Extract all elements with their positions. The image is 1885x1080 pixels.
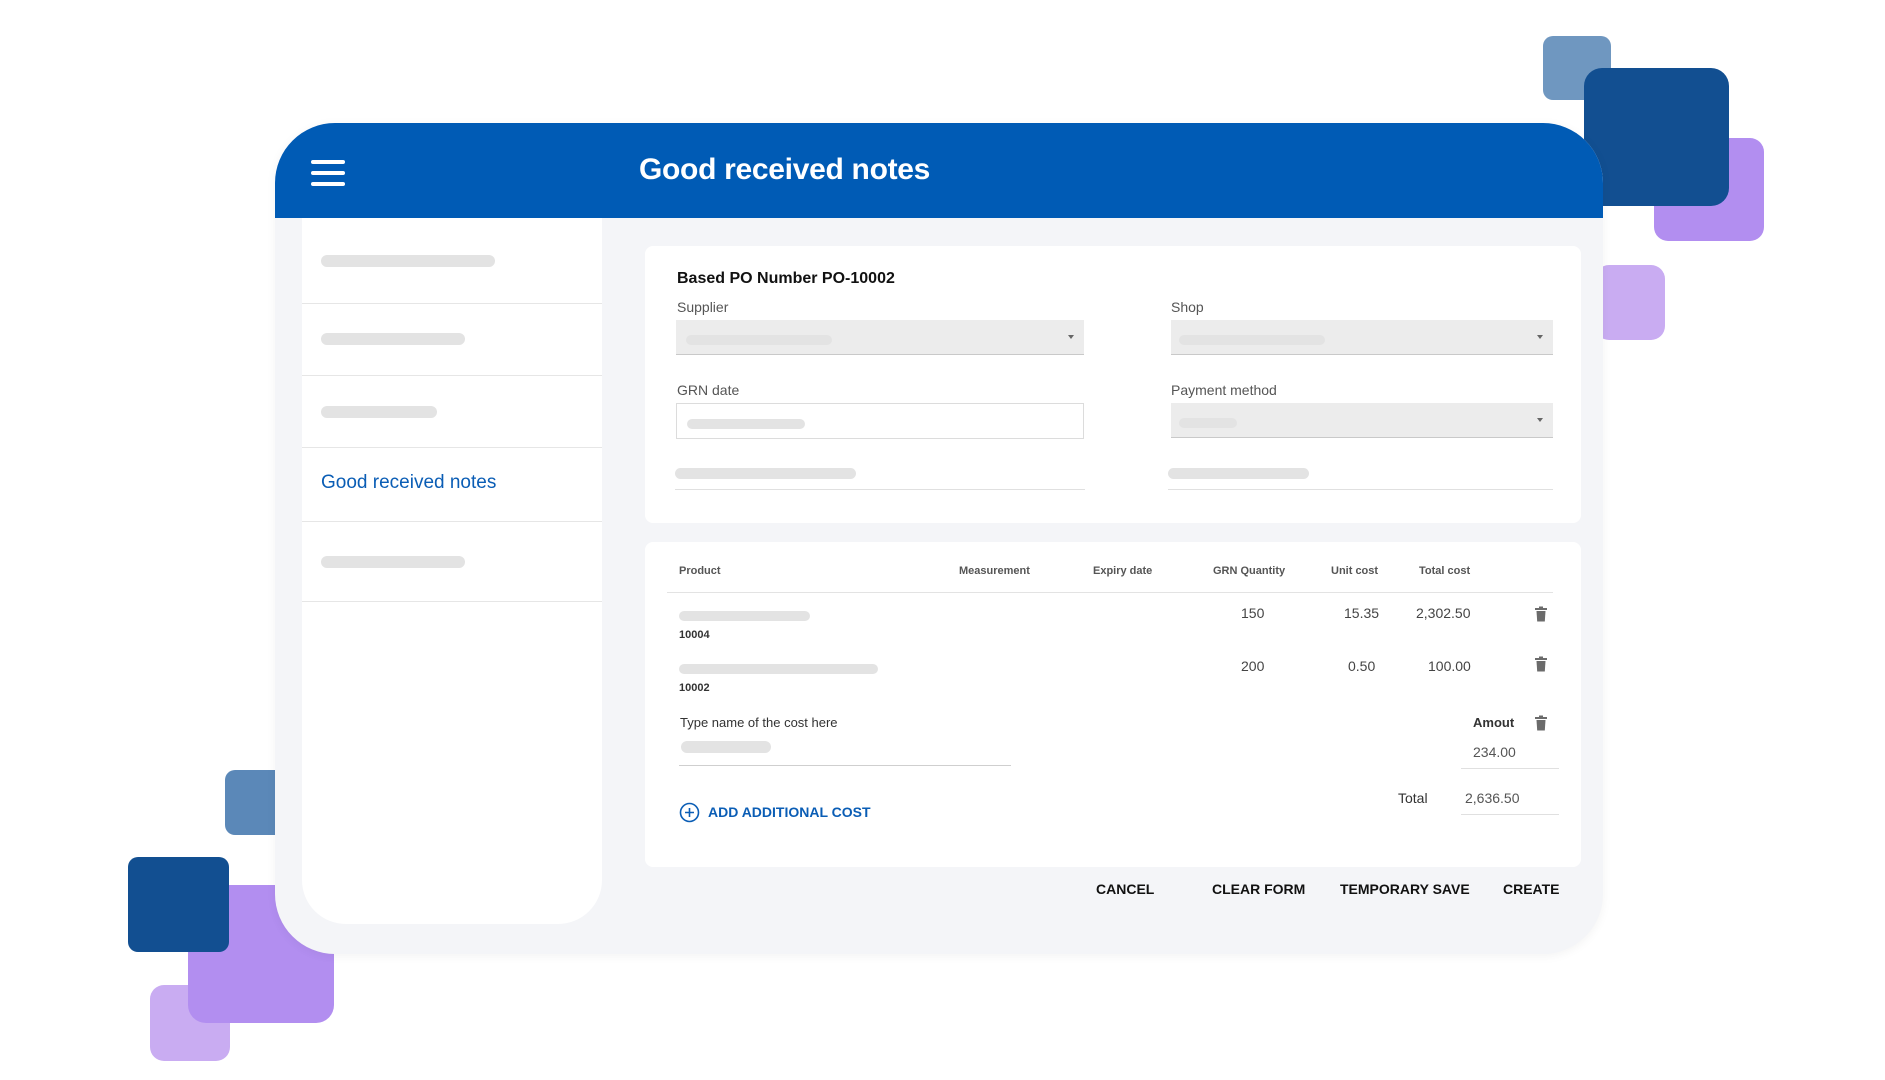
supplier-select[interactable] — [676, 320, 1084, 355]
payment-method-select[interactable] — [1171, 403, 1553, 438]
cost-name-label: Type name of the cost here — [680, 715, 838, 730]
product-code: 10002 — [679, 682, 710, 694]
add-additional-cost-label: ADD ADDITIONAL COST — [708, 804, 871, 820]
total-cost-cell: 2,302.50 — [1416, 605, 1471, 621]
shop-select[interactable] — [1171, 320, 1553, 355]
placeholder-bar — [679, 611, 810, 621]
placeholder-bar — [321, 556, 465, 568]
temporary-save-button[interactable]: TEMPORARY SAVE — [1340, 881, 1470, 897]
sidebar-item-placeholder[interactable] — [302, 376, 602, 448]
chevron-down-icon — [1068, 335, 1074, 339]
sidebar-item-placeholder[interactable] — [302, 304, 602, 376]
placeholder-bar — [1179, 418, 1237, 428]
sidebar-item-label: Good received notes — [321, 472, 497, 493]
products-card: Product Measurement Expiry date GRN Quan… — [645, 542, 1581, 867]
decorative-square — [128, 857, 229, 952]
table-header-divider — [667, 592, 1553, 593]
hamburger-menu-icon[interactable] — [311, 160, 345, 187]
placeholder-bar — [321, 333, 465, 345]
grn-date-field[interactable] — [676, 403, 1084, 439]
total-cost-cell: 100.00 — [1428, 658, 1471, 674]
column-header-expiry-date: Expiry date — [1093, 565, 1153, 577]
sidebar-item-placeholder[interactable] — [302, 522, 602, 602]
column-header-measurement: Measurement — [959, 565, 1030, 577]
placeholder-bar — [679, 664, 878, 674]
placeholder-bar — [686, 335, 832, 345]
column-header-grn-quantity: GRN Quantity — [1213, 565, 1286, 577]
chevron-down-icon — [1537, 335, 1543, 339]
total-label: Total — [1398, 790, 1428, 806]
unit-cost-cell: 15.35 — [1344, 605, 1380, 621]
trash-icon[interactable] — [1534, 715, 1548, 731]
payment-method-label: Payment method — [1171, 382, 1277, 398]
total-value: 2,636.50 — [1465, 790, 1520, 806]
add-additional-cost-button[interactable]: ADD ADDITIONAL COST — [679, 801, 871, 823]
column-header-unit-cost: Unit cost — [1331, 565, 1379, 577]
placeholder-bar — [1168, 468, 1309, 479]
placeholder-bar — [1179, 335, 1325, 345]
grn-date-label: GRN date — [677, 382, 740, 398]
clear-form-button[interactable]: CLEAR FORM — [1212, 881, 1305, 897]
total-underline — [1461, 814, 1559, 815]
cancel-button[interactable]: CANCEL — [1096, 881, 1154, 897]
supplier-label: Supplier — [677, 299, 729, 315]
po-details-card: Based PO Number PO-10002 Supplier Shop G… — [645, 246, 1581, 523]
cost-name-input[interactable] — [679, 765, 1011, 766]
sidebar: Good received notes — [302, 218, 602, 924]
amount-underline — [1461, 768, 1559, 769]
amount-label: Amout — [1473, 715, 1515, 730]
column-header-product: Product — [679, 565, 721, 577]
shop-label: Shop — [1171, 299, 1204, 315]
decorative-square — [1595, 265, 1665, 340]
unit-cost-cell: 0.50 — [1348, 658, 1376, 674]
app-window: Good received notes Good received notes … — [275, 123, 1603, 954]
sidebar-item-placeholder[interactable] — [302, 218, 602, 304]
trash-icon[interactable] — [1534, 606, 1548, 622]
field-underline — [675, 489, 1085, 490]
plus-circle-icon — [679, 802, 700, 822]
chevron-down-icon — [1537, 418, 1543, 422]
column-header-total-cost: Total cost — [1419, 565, 1471, 577]
product-code: 10004 — [679, 629, 710, 641]
placeholder-bar — [321, 255, 495, 267]
grn-quantity-cell: 200 — [1241, 658, 1265, 674]
decorative-square — [1584, 68, 1729, 206]
placeholder-bar — [675, 468, 856, 479]
grn-quantity-cell: 150 — [1241, 605, 1265, 621]
cost-name-placeholder — [681, 741, 771, 753]
create-button[interactable]: CREATE — [1503, 881, 1560, 897]
field-underline — [1168, 489, 1553, 490]
page-title: Good received notes — [639, 153, 931, 186]
trash-icon[interactable] — [1534, 656, 1548, 672]
placeholder-bar — [321, 406, 437, 418]
placeholder-bar — [687, 419, 805, 429]
top-bar: Good received notes — [275, 123, 1603, 218]
po-number-title: Based PO Number PO-10002 — [677, 270, 895, 287]
sidebar-item-good-received-notes[interactable]: Good received notes — [302, 448, 602, 522]
amount-input[interactable]: 234.00 — [1473, 744, 1516, 760]
